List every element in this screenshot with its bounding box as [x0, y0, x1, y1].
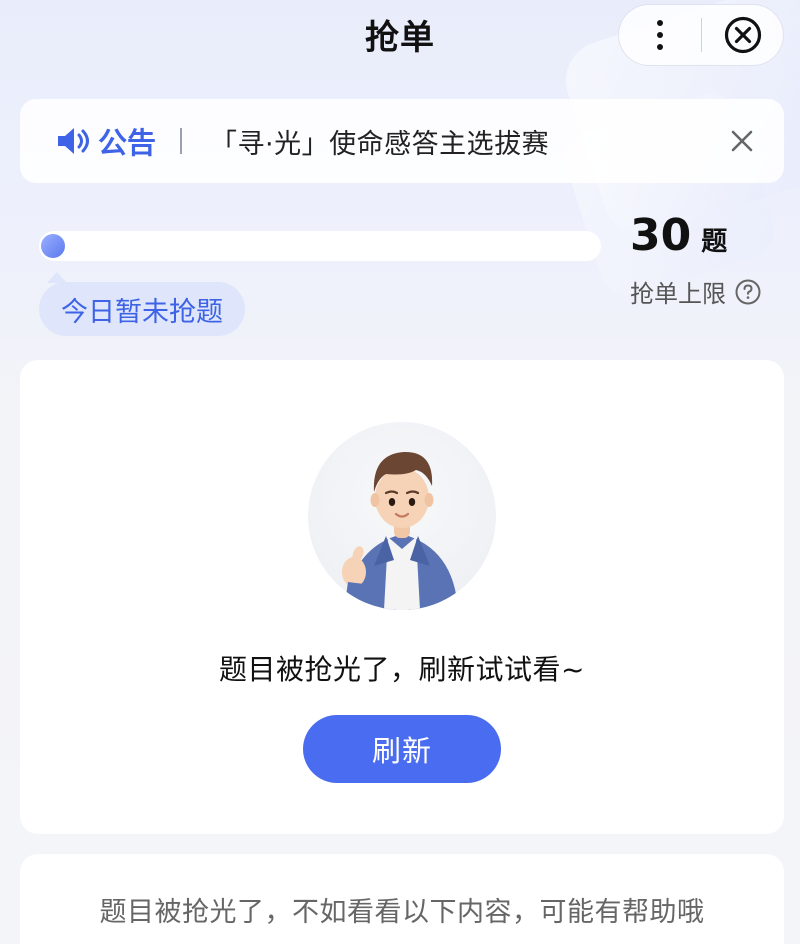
grab-progress-bar: [39, 231, 601, 261]
announcement-label: 公告: [98, 126, 157, 160]
quota-label: 抢单上限: [630, 280, 726, 308]
mascot-illustration: [342, 451, 458, 610]
progress-indicator: [41, 234, 65, 258]
empty-state-message: 题目被抢光了，刷新试试看~: [219, 653, 585, 686]
close-icon[interactable]: [728, 127, 756, 155]
recommend-hint: 题目被抢光了，不如看看以下内容，可能有帮助哦: [99, 897, 705, 928]
quota-display: 30 题: [630, 210, 727, 261]
quota-unit: 题: [701, 227, 728, 257]
close-app-button[interactable]: [702, 15, 783, 55]
more-vertical-icon: [657, 20, 663, 50]
mini-program-capsule: [618, 4, 784, 66]
question-circle-icon[interactable]: [734, 278, 762, 306]
close-circle-icon: [724, 16, 761, 54]
empty-state-card: 题目被抢光了，刷新试试看~ 刷新: [20, 360, 784, 834]
quota-label-row[interactable]: 抢单上限: [630, 274, 762, 309]
recommend-card: 题目被抢光了，不如看看以下内容，可能有帮助哦: [20, 854, 784, 944]
announcement-text[interactable]: 「寻·光」使命感答主选拔赛: [210, 122, 728, 161]
mascot-avatar: [308, 422, 496, 610]
refresh-button[interactable]: 刷新: [303, 715, 501, 783]
announcement-bar[interactable]: 公告 「寻·光」使命感答主选拔赛: [20, 99, 784, 183]
speaker-icon: [58, 128, 89, 154]
more-button[interactable]: [619, 5, 701, 65]
status-tag: 今日暂未抢题: [39, 272, 245, 336]
announcement-divider: [180, 128, 183, 154]
quota-number: 30: [630, 210, 692, 261]
